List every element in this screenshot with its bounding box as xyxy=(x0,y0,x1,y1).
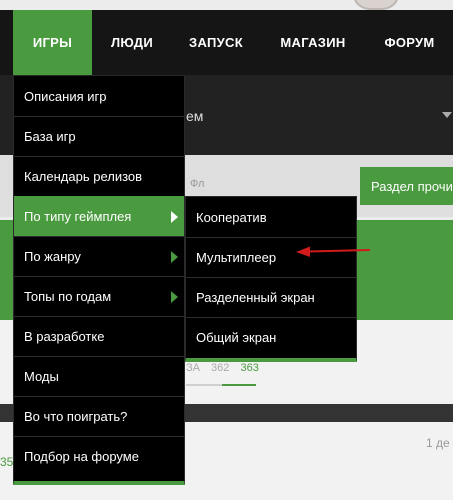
tab-item[interactable]: 362 xyxy=(211,362,229,374)
top-nav: ИГРЫ ЛЮДИ ЗАПУСК МАГАЗИН ФОРУМ xyxy=(0,10,453,75)
chevron-down-icon[interactable] xyxy=(442,112,452,118)
menu-item-label: Подбор на форуме xyxy=(24,449,139,464)
menu-item-by-gameplay[interactable]: По типу геймплея xyxy=(14,196,184,236)
menu-item-label: Во что поиграть? xyxy=(24,409,128,424)
submenu-item-label: Кооператив xyxy=(196,209,267,225)
submenu-item-split-screen[interactable]: Разделенный экран xyxy=(186,277,356,317)
chevron-right-icon xyxy=(171,251,178,263)
nav-item-games[interactable]: ИГРЫ xyxy=(13,10,92,75)
submenu-item-label: Разделенный экран xyxy=(196,290,315,305)
menu-item-label: Описания игр xyxy=(24,88,107,104)
nav-item-launch[interactable]: ЗАПУСК xyxy=(172,10,260,75)
menu-item-label: По жанру xyxy=(24,249,81,264)
filter-text-fragment: Фл xyxy=(190,178,205,190)
menu-item-label: По типу геймплея xyxy=(24,209,132,224)
submenu-item-label: Мультиплеер xyxy=(196,250,277,265)
menu-item-label: Моды xyxy=(24,369,59,384)
submenu-item-coop[interactable]: Кооператив xyxy=(186,197,356,237)
submenu-item-label: Общий экран xyxy=(196,330,277,345)
annotation-arrow-icon xyxy=(296,246,371,257)
menu-item-label: В разработке xyxy=(24,329,105,344)
pagination-tabs: ЗА 362 363 xyxy=(186,362,267,374)
menu-item-what-to-play[interactable]: Во что поиграть? xyxy=(14,396,184,436)
chevron-right-icon xyxy=(171,291,178,303)
post-date-fragment: 1 де xyxy=(426,436,450,450)
games-dropdown-menu: Описания игр База игр Календарь релизов … xyxy=(13,75,185,485)
gameplay-submenu: Кооператив Мультиплеер Разделенный экран… xyxy=(185,196,357,362)
menu-item-in-development[interactable]: В разработке xyxy=(14,316,184,356)
tab-divider xyxy=(186,384,226,386)
nav-item-forum[interactable]: ФОРУМ xyxy=(366,10,453,75)
avatar[interactable] xyxy=(352,0,400,10)
tab-item[interactable]: ЗА xyxy=(186,362,200,374)
tab-item-active[interactable]: 363 xyxy=(240,362,258,374)
menu-item-by-genre[interactable]: По жанру xyxy=(14,236,184,276)
post-left-fragment: 35 xyxy=(0,455,14,469)
nav-item-store[interactable]: МАГАЗИН xyxy=(260,10,366,75)
tab-active-underline xyxy=(222,384,256,386)
menu-item-forum-picks[interactable]: Подбор на форуме xyxy=(14,436,184,476)
menu-item-label: База игр xyxy=(24,129,76,144)
menu-item-top-by-year[interactable]: Топы по годам xyxy=(14,276,184,316)
chevron-right-icon xyxy=(171,211,178,223)
menu-item-label: Календарь релизов xyxy=(24,169,143,184)
menu-item-game-descriptions[interactable]: Описания игр xyxy=(14,76,184,116)
page-header-text-fragment: ем xyxy=(186,108,204,124)
menu-item-mods[interactable]: Моды xyxy=(14,356,184,396)
nav-item-people[interactable]: ЛЮДИ xyxy=(92,10,172,75)
submenu-item-shared-screen[interactable]: Общий экран xyxy=(186,317,356,357)
section-other-button[interactable]: Раздел прочи xyxy=(360,167,453,205)
menu-item-release-calendar[interactable]: Календарь релизов xyxy=(14,156,184,196)
menu-item-label: Топы по годам xyxy=(24,289,112,304)
menu-item-game-database[interactable]: База игр xyxy=(14,116,184,156)
